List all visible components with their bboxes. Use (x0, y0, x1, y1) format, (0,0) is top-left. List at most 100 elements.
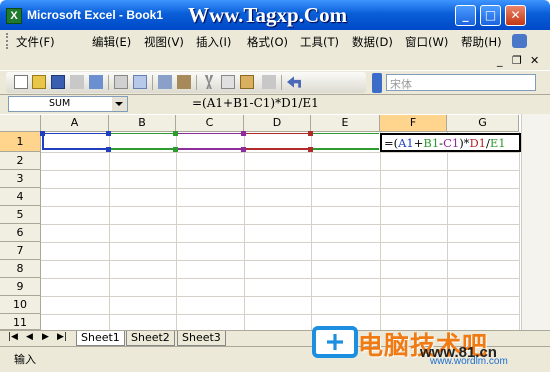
toolbar-separator (196, 75, 197, 90)
new-icon[interactable] (14, 75, 28, 89)
column-header-e[interactable]: E (311, 115, 380, 132)
email-icon[interactable] (89, 75, 103, 89)
grid-line (176, 132, 177, 330)
grid-line (244, 132, 245, 330)
document-control-strip (0, 52, 550, 70)
select-all-corner[interactable] (0, 115, 41, 132)
doc-restore-button[interactable]: ❐ (512, 54, 522, 67)
copy-icon[interactable] (221, 75, 235, 89)
row-header-1[interactable]: 1 (0, 132, 41, 152)
column-header-d[interactable]: D (244, 115, 311, 132)
paste-icon[interactable] (240, 75, 254, 89)
window-title: Microsoft Excel - Book1 (27, 8, 164, 22)
research-icon[interactable] (177, 75, 191, 89)
prev-sheet-button[interactable]: ◀ (26, 332, 33, 342)
last-sheet-button[interactable]: ▶| (57, 332, 67, 342)
ref-handle-icon[interactable] (241, 147, 246, 152)
formula-ref-a1: A1 (398, 136, 414, 150)
next-sheet-button[interactable]: ▶ (42, 332, 49, 342)
first-sheet-button[interactable]: |◀ (8, 332, 18, 342)
column-header-a[interactable]: A (41, 115, 109, 132)
column-header-b[interactable]: B (109, 115, 176, 132)
row-header-11[interactable]: 11 (0, 314, 41, 330)
print-preview-icon[interactable] (133, 75, 147, 89)
doc-close-button[interactable]: ✕ (530, 54, 539, 67)
menu-view[interactable]: 视图(V) (144, 34, 184, 50)
menu-tools[interactable]: 工具(T) (300, 34, 339, 50)
toolbar-separator (108, 75, 109, 90)
watermark-url-small: www.wordlm.com (430, 356, 508, 367)
active-cell-f1-editor[interactable]: =(A1+B1-C1)*D1/E1 (380, 133, 521, 152)
formula-part: + (413, 136, 424, 150)
ref-box-a1 (42, 133, 108, 150)
grid-line (380, 132, 381, 330)
font-name-input[interactable]: 宋体 (386, 74, 536, 91)
ref-handle-icon[interactable] (106, 131, 111, 136)
ref-handle-icon[interactable] (173, 131, 178, 136)
name-box[interactable]: SUM (8, 96, 128, 112)
ref-handle-icon[interactable] (308, 147, 313, 152)
maximize-button[interactable]: □ (480, 5, 501, 26)
row-header-3[interactable]: 3 (0, 170, 41, 188)
spelling-icon[interactable] (158, 75, 172, 89)
row-header-9[interactable]: 9 (0, 278, 41, 296)
row-header-10[interactable]: 10 (0, 296, 41, 314)
row-header-8[interactable]: 8 (0, 260, 41, 278)
formula-part: =( (384, 136, 399, 150)
ref-handle-icon[interactable] (241, 131, 246, 136)
save-icon[interactable] (51, 75, 65, 89)
grid-line (311, 132, 312, 330)
formula-ref-c1: C1 (443, 136, 460, 150)
row-header-4[interactable]: 4 (0, 188, 41, 206)
row-header-7[interactable]: 7 (0, 242, 41, 260)
row-header-2[interactable]: 2 (0, 152, 41, 170)
column-header-f[interactable]: F (380, 115, 447, 132)
ref-handle-icon[interactable] (106, 147, 111, 152)
menu-file[interactable]: 文件(F) (16, 34, 55, 50)
menu-grip-handle[interactable] (6, 33, 9, 49)
open-icon[interactable] (32, 75, 46, 89)
menu-insert[interactable]: 插入(I) (196, 34, 231, 50)
vertical-scrollbar[interactable] (521, 114, 550, 330)
ref-box-c1 (177, 133, 243, 150)
ref-box-b1 (110, 133, 175, 150)
formula-ref-d1: D1 (469, 136, 486, 150)
print-icon[interactable] (114, 75, 128, 89)
watermark-logo-icon (312, 326, 358, 358)
tab-sheet2[interactable]: Sheet2 (126, 331, 175, 346)
format-painter-icon[interactable] (262, 75, 276, 89)
ref-handle-icon[interactable] (40, 131, 45, 136)
menu-data[interactable]: 数据(D) (352, 34, 393, 50)
formula-input[interactable]: =(A1+B1-C1)*D1/E1 (192, 96, 319, 110)
menu-window[interactable]: 窗口(W) (405, 34, 448, 50)
grid-line (109, 132, 110, 330)
toolbar-options-arrow[interactable] (372, 73, 382, 93)
name-box-dropdown-icon[interactable] (112, 97, 127, 111)
toolbar-separator (152, 75, 153, 90)
column-header-c[interactable]: C (176, 115, 244, 132)
column-header-g[interactable]: G (447, 115, 519, 132)
close-button[interactable]: ✕ (505, 5, 526, 26)
formula-ref-e1: E1 (489, 136, 506, 150)
grid-line (447, 132, 448, 330)
tab-sheet3[interactable]: Sheet3 (177, 331, 226, 346)
permission-icon[interactable] (70, 75, 84, 89)
help-assistant-icon[interactable] (512, 34, 527, 48)
row-header-6[interactable]: 6 (0, 224, 41, 242)
status-mode: 输入 (14, 353, 36, 366)
row-header-5[interactable]: 5 (0, 206, 41, 224)
ref-box-e1 (312, 133, 379, 150)
ref-handle-icon[interactable] (173, 147, 178, 152)
doc-minimize-button[interactable]: _ (497, 54, 503, 67)
ref-handle-icon[interactable] (308, 131, 313, 136)
minimize-button[interactable]: _ (455, 5, 476, 26)
grid-line (519, 132, 520, 330)
excel-app-icon[interactable]: X (6, 8, 22, 24)
tab-sheet1[interactable]: Sheet1 (76, 331, 125, 346)
toolbar-separator (281, 75, 282, 90)
menu-edit[interactable]: 编辑(E) (92, 34, 131, 50)
menu-help[interactable]: 帮助(H) (461, 34, 502, 50)
menu-format[interactable]: 格式(O) (247, 34, 288, 50)
ref-box-d1 (245, 133, 310, 150)
formula-ref-b1: B1 (423, 136, 440, 150)
